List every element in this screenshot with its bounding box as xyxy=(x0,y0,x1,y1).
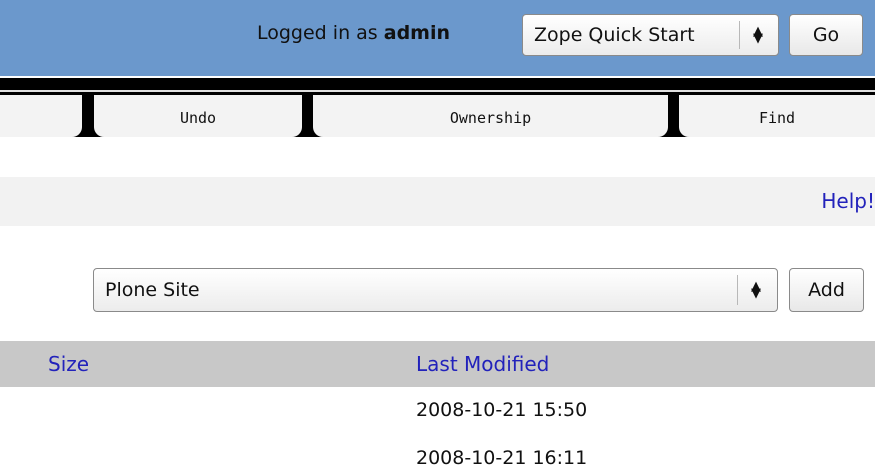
logged-in-text: Logged in as admin xyxy=(257,22,450,44)
up-down-arrows-icon: ▲ ▼ xyxy=(751,279,761,301)
top-header: Logged in as admin Zope Quick Start ▲ ▼ G… xyxy=(0,0,875,76)
add-type-select[interactable]: Plone Site ▲ ▼ xyxy=(93,268,778,312)
size-column-header[interactable]: Size xyxy=(48,352,89,376)
up-down-arrows-icon: ▲ ▼ xyxy=(753,24,763,46)
last-modified-cell: 2008-10-21 16:11 xyxy=(416,447,588,469)
quick-start-select-value: Zope Quick Start xyxy=(534,24,695,46)
help-bar: Help! xyxy=(0,177,875,226)
tab-find[interactable]: Find xyxy=(679,95,875,137)
go-button[interactable]: Go xyxy=(789,14,863,56)
last-modified-cell: 2008-10-21 15:50 xyxy=(416,399,588,421)
tab-undo[interactable]: Undo xyxy=(94,95,302,137)
table-header-row: Size Last Modified xyxy=(0,341,875,387)
divider xyxy=(0,78,875,90)
help-link[interactable]: Help! xyxy=(821,189,875,213)
tab-ownership[interactable]: Ownership xyxy=(313,95,668,137)
quick-start-select[interactable]: Zope Quick Start ▲ ▼ xyxy=(522,14,779,56)
logged-in-prefix: Logged in as xyxy=(257,22,378,44)
select-divider xyxy=(737,275,738,305)
add-button[interactable]: Add xyxy=(789,268,864,312)
logged-in-username: admin xyxy=(383,22,451,44)
select-divider xyxy=(739,21,740,49)
add-type-select-value: Plone Site xyxy=(105,279,200,301)
tab-partial[interactable] xyxy=(0,95,82,137)
last-modified-column-header[interactable]: Last Modified xyxy=(416,352,549,376)
